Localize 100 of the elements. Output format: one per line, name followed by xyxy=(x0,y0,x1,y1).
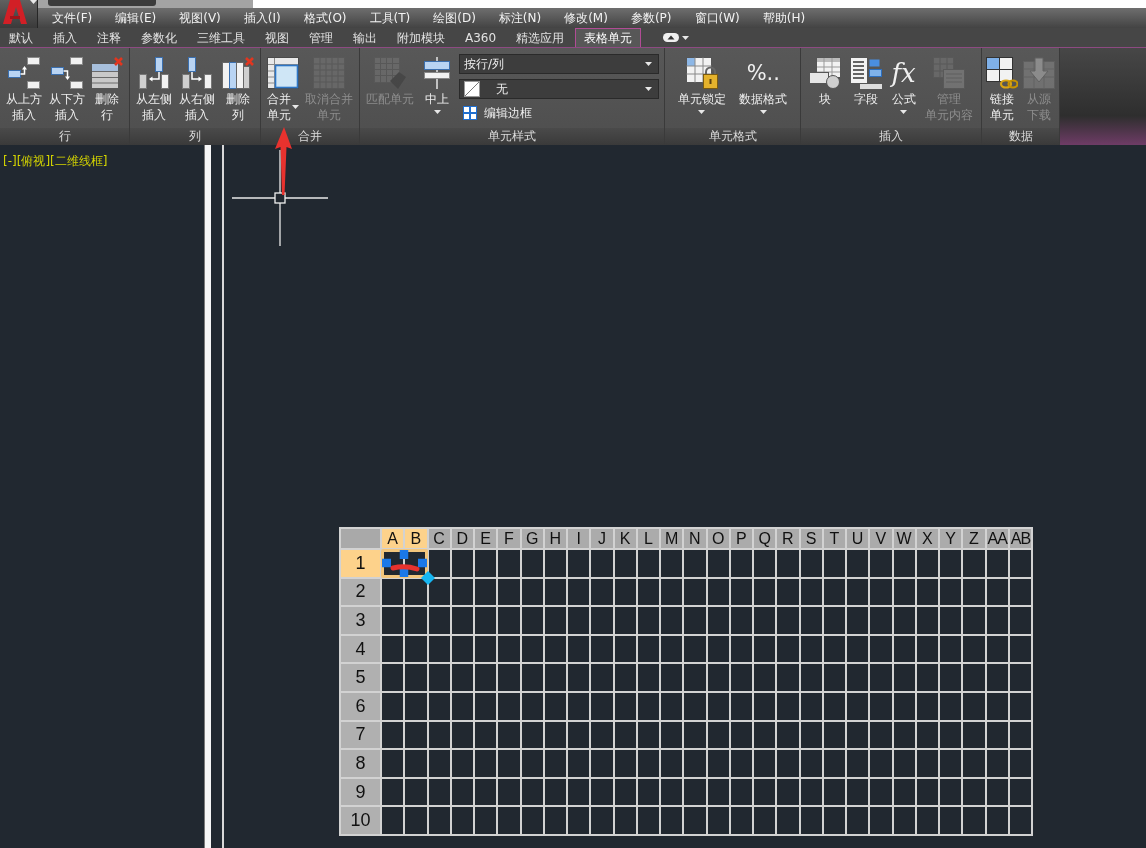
ribbon-tab[interactable]: 插入 xyxy=(44,28,86,47)
table-cell xyxy=(521,550,543,577)
viewport-label[interactable]: [-][俯视][二维线框] xyxy=(3,153,108,170)
row-header[interactable]: 6 xyxy=(341,692,380,720)
table-cell xyxy=(451,578,473,606)
table-cell xyxy=(637,692,659,720)
grip-square-icon[interactable] xyxy=(399,568,409,578)
column-header[interactable]: K xyxy=(614,529,636,548)
row-header[interactable]: 8 xyxy=(341,750,380,777)
ribbon-button[interactable]: fx 公式 xyxy=(890,54,917,114)
column-header[interactable]: H xyxy=(544,529,566,548)
ribbon-tab[interactable]: 管理 xyxy=(300,28,342,47)
menu-item[interactable]: 插入(I) xyxy=(243,10,281,26)
column-header[interactable]: P xyxy=(730,529,752,548)
menu-item[interactable]: 标注(N) xyxy=(498,10,542,26)
column-header[interactable]: T xyxy=(823,529,845,548)
row-header[interactable]: 1 xyxy=(341,550,380,577)
ribbon-tab[interactable]: 参数化 xyxy=(132,28,186,47)
ribbon-button[interactable]: %.. 数据格式 xyxy=(738,54,789,114)
ribbon-button[interactable]: 从左侧 插入 xyxy=(135,54,173,123)
ribbon-button[interactable]: 中上 xyxy=(420,54,454,114)
grip-square-icon[interactable] xyxy=(381,558,391,568)
grip-square-icon[interactable] xyxy=(399,549,409,559)
ribbon-tab[interactable]: 注释 xyxy=(88,28,130,47)
table-cell xyxy=(963,664,985,691)
ribbon-button[interactable]: 块 xyxy=(808,54,843,107)
menu-item[interactable]: 帮助(H) xyxy=(762,10,806,26)
menu-item[interactable]: 窗口(W) xyxy=(694,10,740,26)
column-header[interactable]: J xyxy=(591,529,613,548)
menu-item[interactable]: 视图(V) xyxy=(179,10,221,26)
ribbon-tab[interactable]: 视图 xyxy=(256,28,298,47)
ribbon-button[interactable]: 删除 行 xyxy=(90,54,125,123)
menu-item[interactable]: 工具(T) xyxy=(369,10,411,26)
column-header[interactable]: E xyxy=(475,529,497,548)
column-header[interactable]: U xyxy=(847,529,869,548)
table-cell xyxy=(963,750,985,777)
grip-diamond-icon[interactable] xyxy=(421,571,435,586)
column-header[interactable]: M xyxy=(661,529,683,548)
ribbon-button[interactable]: 从上方 插入 xyxy=(4,54,43,123)
menu-item[interactable]: 格式(O) xyxy=(303,10,347,26)
row-header[interactable]: 5 xyxy=(341,664,380,691)
row-header[interactable]: 7 xyxy=(341,721,380,749)
table-cell xyxy=(637,664,659,691)
ribbon-tab[interactable]: 三维工具 xyxy=(188,28,254,47)
table-cell xyxy=(986,664,1008,691)
row-header[interactable]: 4 xyxy=(341,635,380,663)
column-header[interactable]: B xyxy=(405,529,427,548)
column-header[interactable]: W xyxy=(893,529,915,548)
ribbon-tab[interactable]: A360 xyxy=(456,28,506,47)
column-header[interactable]: AB xyxy=(1009,529,1031,548)
menu-item[interactable]: 修改(M) xyxy=(564,10,608,26)
ribbon-button[interactable]: 从下方 插入 xyxy=(47,54,86,123)
column-header[interactable]: X xyxy=(916,529,938,548)
ribbon-button[interactable]: 链接 单元 xyxy=(985,54,1019,123)
app-menu-button[interactable] xyxy=(0,0,38,28)
column-header[interactable]: O xyxy=(707,529,729,548)
column-header[interactable]: R xyxy=(777,529,799,548)
table-cell xyxy=(661,807,683,834)
table-cell xyxy=(707,664,729,691)
column-header[interactable]: Q xyxy=(754,529,776,548)
table-cell xyxy=(940,635,962,663)
column-header[interactable]: N xyxy=(684,529,706,548)
column-header[interactable]: S xyxy=(800,529,822,548)
column-header[interactable]: D xyxy=(451,529,473,548)
row-header[interactable]: 9 xyxy=(341,778,380,806)
column-header[interactable]: V xyxy=(870,529,892,548)
row-header[interactable]: 10 xyxy=(341,807,380,834)
ribbon-tab[interactable]: 附加模块 xyxy=(388,28,454,47)
column-header[interactable]: Y xyxy=(940,529,962,548)
row-header[interactable]: 2 xyxy=(341,578,380,606)
column-header[interactable]: Z xyxy=(963,529,985,548)
ribbon-tab[interactable]: 输出 xyxy=(344,28,386,47)
column-header[interactable]: C xyxy=(428,529,450,548)
column-header[interactable]: A xyxy=(382,529,404,548)
table-cell xyxy=(940,578,962,606)
edit-borders-button[interactable]: 编辑边框 xyxy=(459,104,536,122)
ribbon-tab[interactable]: 精选应用 xyxy=(507,28,574,47)
ribbon-tab[interactable]: 默认 xyxy=(0,28,42,47)
menu-item[interactable]: 绘图(D) xyxy=(433,10,476,26)
column-header[interactable]: AA xyxy=(986,529,1008,548)
ribbon-button[interactable]: 从右侧 插入 xyxy=(178,54,216,123)
column-header[interactable]: G xyxy=(521,529,543,548)
table-cell xyxy=(823,750,845,777)
table-cell xyxy=(800,664,822,691)
style-dropdown[interactable]: 按行/列 xyxy=(459,54,659,74)
ribbon-button[interactable]: 合并 单元 xyxy=(265,54,300,123)
row-header[interactable]: 3 xyxy=(341,607,380,634)
ribbon-button[interactable]: 字段 xyxy=(849,54,884,107)
column-header[interactable]: F xyxy=(498,529,520,548)
ribbon-button[interactable]: 删除 列 xyxy=(221,54,255,123)
menu-item[interactable]: 参数(P) xyxy=(630,10,672,26)
style-dropdown[interactable]: 无 xyxy=(459,79,659,99)
menu-item[interactable]: 编辑(E) xyxy=(115,10,157,26)
grip-square-icon[interactable] xyxy=(418,558,427,568)
ribbon-tab[interactable]: 表格单元 xyxy=(575,28,642,47)
column-header[interactable]: I xyxy=(568,529,590,548)
ribbon-button[interactable]: 单元锁定 xyxy=(676,54,727,114)
menu-item[interactable]: 文件(F) xyxy=(52,10,93,26)
column-header[interactable]: L xyxy=(637,529,659,548)
table-cell xyxy=(475,578,497,606)
